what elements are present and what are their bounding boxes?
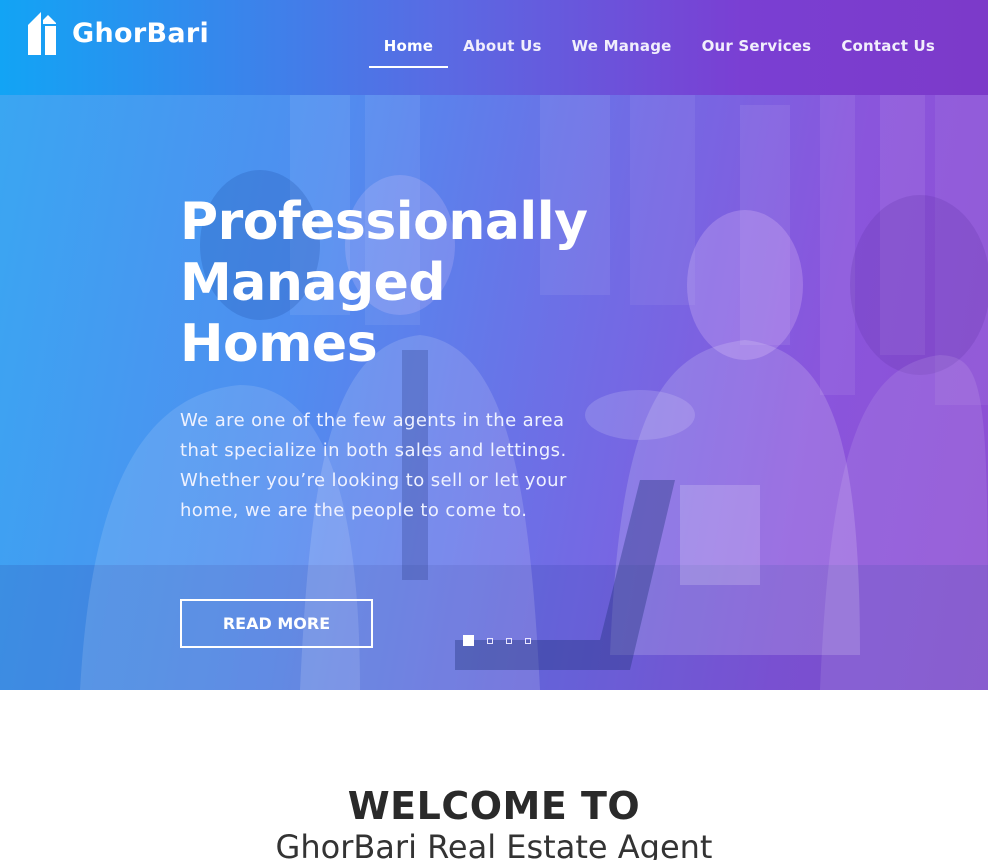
slider-dot-2[interactable] [487, 637, 493, 644]
nav-home[interactable]: Home [368, 0, 449, 68]
nav-about-us[interactable]: About Us [448, 0, 556, 68]
slider-dot-3[interactable] [506, 637, 512, 644]
site-header: GhorBari Home About Us We Manage Our Ser… [0, 0, 988, 95]
main-nav: Home About Us We Manage Our Services Con… [368, 0, 950, 95]
nav-contact-us[interactable]: Contact Us [826, 0, 950, 68]
hero-description: We are one of the few agents in the area… [180, 410, 567, 521]
house-icon [28, 12, 56, 55]
nav-our-services[interactable]: Our Services [687, 0, 827, 68]
hero-title: Professionally Managed Homes [180, 192, 640, 375]
hero-slider: Professionally Managed Homes We are one … [0, 95, 988, 690]
brand-name: GhorBari [72, 17, 210, 49]
brand-logo[interactable]: GhorBari [26, 10, 209, 56]
nav-we-manage[interactable]: We Manage [557, 0, 687, 68]
slider-dot-4[interactable] [525, 637, 531, 644]
slider-pagination [463, 635, 544, 646]
hero-title-line: Professionally [180, 192, 588, 252]
slider-dot-1[interactable] [463, 635, 474, 646]
hero-background-photo [0, 95, 988, 690]
welcome-title: WELCOME TO [347, 784, 641, 828]
read-more-button[interactable]: READ MORE [180, 599, 373, 648]
welcome-subtitle: GhorBari Real Estate Agent [275, 828, 713, 860]
hero-title-line: Homes [180, 314, 378, 374]
hero-title-line: Managed [180, 253, 446, 313]
